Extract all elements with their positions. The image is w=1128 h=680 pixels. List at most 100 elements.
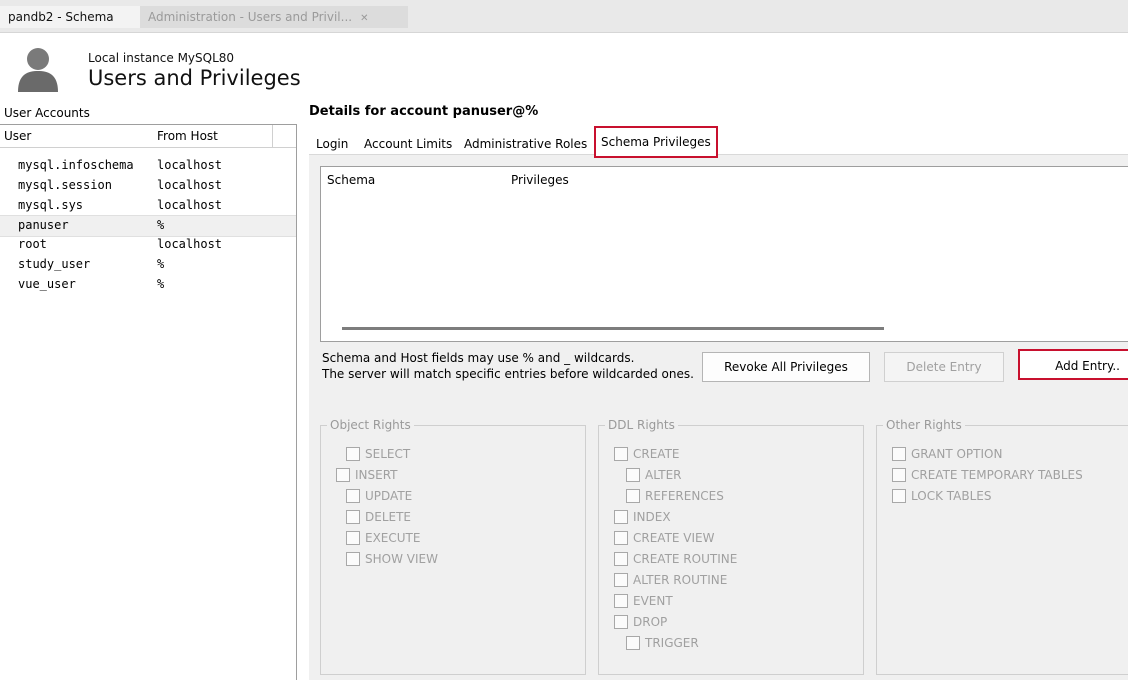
account-user: root bbox=[18, 237, 47, 251]
instance-label: Local instance MySQL80 bbox=[88, 51, 235, 65]
account-user: vue_user bbox=[18, 277, 76, 291]
checkbox-label: CREATE ROUTINE bbox=[633, 552, 738, 566]
checkbox-icon bbox=[892, 467, 906, 482]
tab-schema-privileges[interactable]: Schema Privileges bbox=[594, 126, 718, 158]
checkbox-icon bbox=[336, 467, 350, 482]
account-host: % bbox=[157, 257, 165, 271]
checkbox-icon bbox=[614, 593, 628, 608]
checkbox-label: ALTER bbox=[645, 468, 682, 482]
checkbox-label: SELECT bbox=[365, 447, 411, 461]
account-row-selected[interactable]: panuser% bbox=[0, 215, 296, 237]
tab-administrative-roles[interactable]: Administrative Roles bbox=[458, 134, 593, 154]
checkbox-create-routine[interactable]: CREATE ROUTINE bbox=[614, 550, 737, 568]
account-row[interactable]: study_user% bbox=[0, 255, 296, 275]
ddl-rights-legend: DDL Rights bbox=[608, 418, 675, 432]
checkbox-label: CREATE VIEW bbox=[633, 531, 715, 545]
checkbox-create[interactable]: CREATE bbox=[614, 445, 680, 463]
checkbox-label: INSERT bbox=[355, 468, 398, 482]
checkbox-lock-tables[interactable]: LOCK TABLES bbox=[892, 487, 992, 505]
checkbox-label: TRIGGER bbox=[645, 636, 699, 650]
account-row[interactable]: mysql.infoschema localhost bbox=[0, 156, 296, 176]
account-user: mysql.session bbox=[18, 178, 112, 192]
checkbox-references[interactable]: REFERENCES bbox=[626, 487, 724, 505]
checkbox-index[interactable]: INDEX bbox=[614, 508, 671, 526]
checkbox-label: UPDATE bbox=[365, 489, 413, 503]
tab-administration[interactable]: Administration - Users and Privil... ✕ bbox=[140, 6, 408, 28]
wildcard-note-line: The server will match specific entries b… bbox=[322, 367, 694, 381]
details-title: Details for account panuser@% bbox=[309, 104, 539, 119]
checkbox-select[interactable]: SELECT bbox=[346, 445, 410, 463]
add-entry-button[interactable]: Add Entry.. bbox=[1018, 349, 1128, 380]
tab-pandb2-schema[interactable]: pandb2 - Schema bbox=[0, 6, 147, 28]
checkbox-insert[interactable]: INSERT bbox=[336, 466, 398, 484]
account-host: localhost bbox=[157, 198, 223, 212]
checkbox-label: DELETE bbox=[365, 510, 412, 524]
checkbox-icon bbox=[346, 530, 360, 545]
checkbox-label: REFERENCES bbox=[645, 489, 724, 503]
checkbox-icon bbox=[614, 572, 628, 587]
horizontal-scrollbar[interactable] bbox=[342, 327, 884, 330]
checkbox-delete[interactable]: DELETE bbox=[346, 508, 411, 526]
account-row[interactable]: root localhost bbox=[0, 235, 296, 255]
accounts-header: User From Host bbox=[0, 125, 296, 148]
checkbox-icon bbox=[346, 551, 360, 566]
revoke-all-privileges-button[interactable]: Revoke All Privileges bbox=[702, 352, 870, 382]
checkbox-label: INDEX bbox=[633, 510, 671, 524]
checkbox-create-view[interactable]: CREATE VIEW bbox=[614, 529, 715, 547]
checkbox-icon bbox=[614, 614, 628, 629]
column-header-schema[interactable]: Schema bbox=[327, 173, 375, 187]
object-rights-legend: Object Rights bbox=[330, 418, 411, 432]
checkbox-update[interactable]: UPDATE bbox=[346, 487, 412, 505]
user-accounts-label: User Accounts bbox=[4, 106, 90, 120]
column-header-from-host[interactable]: From Host bbox=[157, 129, 218, 143]
tab-account-limits[interactable]: Account Limits bbox=[358, 134, 458, 154]
checkbox-label: CREATE TEMPORARY TABLES bbox=[911, 468, 1083, 482]
account-host: localhost bbox=[157, 158, 223, 172]
user-accounts-list[interactable]: User From Host mysql.infoschema localhost… bbox=[0, 124, 297, 680]
tab-login[interactable]: Login bbox=[310, 134, 354, 154]
checkbox-icon bbox=[626, 467, 640, 482]
checkbox-label: ALTER ROUTINE bbox=[633, 573, 728, 587]
tab-label: Administration - Users and Privil... bbox=[148, 10, 353, 24]
schema-privileges-table[interactable]: Schema Privileges bbox=[320, 166, 1128, 342]
user-avatar-icon bbox=[18, 48, 58, 92]
account-host: % bbox=[157, 277, 165, 291]
page-title: Users and Privileges bbox=[88, 66, 301, 90]
account-host: localhost bbox=[157, 178, 223, 192]
checkbox-icon bbox=[614, 446, 628, 461]
checkbox-icon bbox=[614, 530, 628, 545]
checkbox-trigger[interactable]: TRIGGER bbox=[626, 634, 699, 652]
column-divider bbox=[272, 125, 273, 147]
checkbox-grant-option[interactable]: GRANT OPTION bbox=[892, 445, 1002, 463]
account-host: % bbox=[157, 218, 165, 232]
checkbox-execute[interactable]: EXECUTE bbox=[346, 529, 420, 547]
checkbox-show-view[interactable]: SHOW VIEW bbox=[346, 550, 438, 568]
close-icon[interactable]: ✕ bbox=[360, 13, 368, 24]
checkbox-create-temporary-tables[interactable]: CREATE TEMPORARY TABLES bbox=[892, 466, 1083, 484]
checkbox-label: DROP bbox=[633, 615, 668, 629]
account-user: panuser bbox=[18, 218, 69, 232]
tab-label: pandb2 - Schema bbox=[8, 10, 114, 24]
checkbox-alter[interactable]: ALTER bbox=[626, 466, 682, 484]
wildcard-note-line: Schema and Host fields may use % and _ w… bbox=[322, 351, 635, 365]
checkbox-icon bbox=[892, 446, 906, 461]
column-header-user[interactable]: User bbox=[4, 129, 31, 143]
checkbox-label: EXECUTE bbox=[365, 531, 421, 545]
checkbox-label: SHOW VIEW bbox=[365, 552, 438, 566]
account-user: study_user bbox=[18, 257, 91, 271]
checkbox-icon bbox=[626, 488, 640, 503]
checkbox-label: EVENT bbox=[633, 594, 673, 608]
column-header-privileges[interactable]: Privileges bbox=[511, 173, 569, 187]
account-row[interactable]: vue_user% bbox=[0, 275, 296, 295]
checkbox-alter-routine[interactable]: ALTER ROUTINE bbox=[614, 571, 727, 589]
checkbox-icon bbox=[614, 509, 628, 524]
checkbox-event[interactable]: EVENT bbox=[614, 592, 673, 610]
checkbox-icon bbox=[346, 509, 360, 524]
checkbox-label: CREATE bbox=[633, 447, 680, 461]
checkbox-icon bbox=[346, 446, 360, 461]
checkbox-drop[interactable]: DROP bbox=[614, 613, 667, 631]
account-row[interactable]: mysql.sys localhost bbox=[0, 196, 296, 216]
delete-entry-button[interactable]: Delete Entry bbox=[884, 352, 1004, 382]
account-row[interactable]: mysql.session localhost bbox=[0, 176, 296, 196]
checkbox-label: LOCK TABLES bbox=[911, 489, 992, 503]
